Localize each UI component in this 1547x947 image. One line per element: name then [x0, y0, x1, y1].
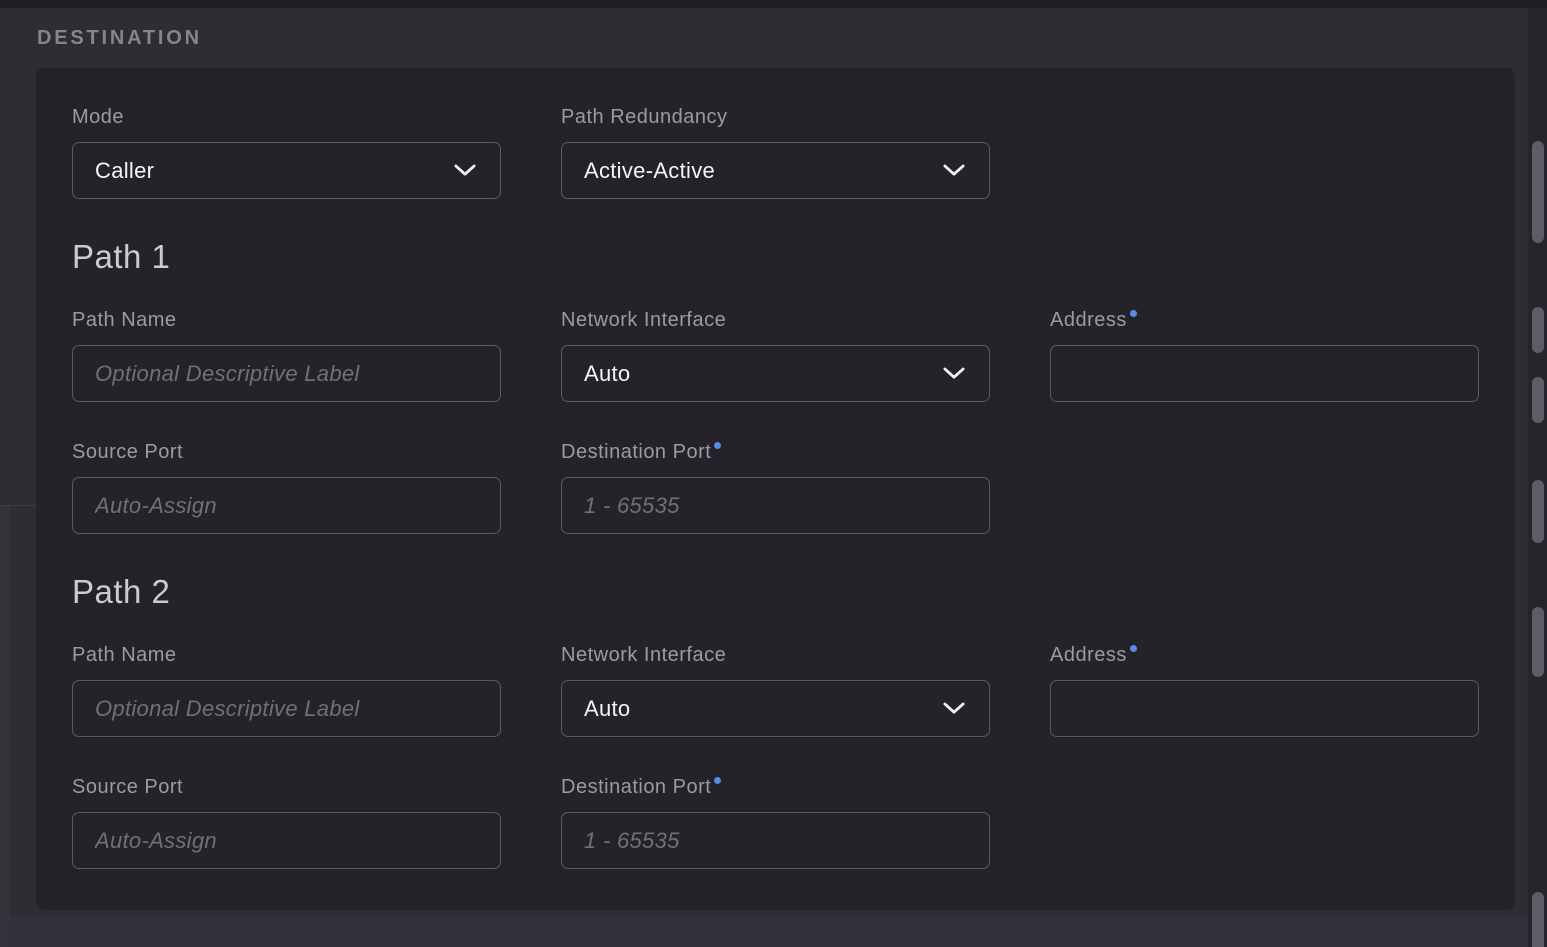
path2-network-interface-label-text: Network Interface	[561, 644, 726, 667]
section-title: DESTINATION	[37, 27, 202, 50]
field-path-redundancy: Path Redundancy Active-Active	[561, 106, 990, 199]
field-path1-name: Path Name	[72, 309, 501, 402]
field-path1-address: Address	[1050, 309, 1479, 402]
chevron-down-icon	[943, 702, 965, 715]
path1-name-label-text: Path Name	[72, 309, 177, 332]
scrollbar-track[interactable]	[1528, 0, 1547, 947]
path-1-row-2: Source Port Destination Port	[72, 441, 1479, 534]
path2-name-input[interactable]	[72, 680, 501, 737]
path1-source-port-label: Source Port	[72, 441, 501, 464]
scrollbar-thumb[interactable]	[1532, 607, 1544, 677]
field-path1-destination-port: Destination Port	[561, 441, 990, 534]
path2-name-label-text: Path Name	[72, 644, 177, 667]
top-bar	[0, 0, 1547, 8]
field-path2-address: Address	[1050, 644, 1479, 737]
path1-network-interface-select[interactable]: Auto	[561, 345, 990, 402]
path2-destination-port-input[interactable]	[561, 812, 990, 869]
bottom-panel-edge	[10, 915, 1528, 947]
mode-select[interactable]: Caller	[72, 142, 501, 199]
field-path2-destination-port: Destination Port	[561, 776, 990, 869]
path1-source-port-input[interactable]	[72, 477, 501, 534]
path1-source-port-label-text: Source Port	[72, 441, 183, 464]
mode-select-value: Caller	[95, 158, 154, 184]
field-path2-network-interface: Network Interface Auto	[561, 644, 990, 737]
scrollbar-thumb[interactable]	[1532, 377, 1544, 423]
path2-source-port-label-text: Source Port	[72, 776, 183, 799]
field-path2-name: Path Name	[72, 644, 501, 737]
scrollbar-thumb[interactable]	[1532, 307, 1544, 353]
path1-address-input[interactable]	[1050, 345, 1479, 402]
required-indicator	[1130, 310, 1137, 317]
path1-address-label-text: Address	[1050, 309, 1127, 332]
path1-destination-port-input[interactable]	[561, 477, 990, 534]
mode-label: Mode	[72, 106, 501, 129]
required-indicator	[714, 442, 721, 449]
path1-name-input[interactable]	[72, 345, 501, 402]
scrollbar-thumb[interactable]	[1532, 480, 1544, 543]
chevron-down-icon	[454, 164, 476, 177]
path2-address-input[interactable]	[1050, 680, 1479, 737]
path1-network-interface-label-text: Network Interface	[561, 309, 726, 332]
path-2-row-2: Source Port Destination Port	[72, 776, 1479, 869]
scrollbar-thumb[interactable]	[1532, 141, 1544, 243]
path1-network-interface-select-value: Auto	[584, 361, 630, 387]
path-1-row-1: Path Name Network Interface Auto Address	[72, 309, 1479, 402]
path2-destination-port-label: Destination Port	[561, 776, 990, 799]
field-path2-source-port: Source Port	[72, 776, 501, 869]
required-indicator	[1130, 645, 1137, 652]
required-indicator	[714, 777, 721, 784]
left-panel-edge	[0, 506, 10, 947]
path2-destination-port-label-text: Destination Port	[561, 776, 711, 799]
destination-card: Mode Caller Path Redundancy Active-Activ…	[36, 68, 1515, 910]
path-redundancy-label-text: Path Redundancy	[561, 106, 728, 129]
path-2-row-1: Path Name Network Interface Auto Address	[72, 644, 1479, 737]
path2-source-port-input[interactable]	[72, 812, 501, 869]
field-path1-source-port: Source Port	[72, 441, 501, 534]
path1-destination-port-label: Destination Port	[561, 441, 990, 464]
path2-network-interface-select[interactable]: Auto	[561, 680, 990, 737]
path1-name-label: Path Name	[72, 309, 501, 332]
path-redundancy-select[interactable]: Active-Active	[561, 142, 990, 199]
path2-source-port-label: Source Port	[72, 776, 501, 799]
mode-label-text: Mode	[72, 106, 124, 129]
path1-address-label: Address	[1050, 309, 1479, 332]
field-mode: Mode Caller	[72, 106, 501, 199]
path-2-heading: Path 2	[72, 574, 1479, 610]
path1-destination-port-label-text: Destination Port	[561, 441, 711, 464]
path-redundancy-label: Path Redundancy	[561, 106, 990, 129]
chevron-down-icon	[943, 164, 965, 177]
mode-row: Mode Caller Path Redundancy Active-Activ…	[72, 106, 1479, 199]
path-1-heading: Path 1	[72, 239, 1479, 275]
chevron-down-icon	[943, 367, 965, 380]
field-path1-network-interface: Network Interface Auto	[561, 309, 990, 402]
path2-address-label: Address	[1050, 644, 1479, 667]
destination-form-screen: DESTINATION Mode Caller Path Redundancy …	[0, 0, 1547, 947]
path2-network-interface-select-value: Auto	[584, 696, 630, 722]
path2-network-interface-label: Network Interface	[561, 644, 990, 667]
scrollbar-thumb[interactable]	[1532, 892, 1544, 947]
path-redundancy-select-value: Active-Active	[584, 158, 715, 184]
path2-address-label-text: Address	[1050, 644, 1127, 667]
path1-network-interface-label: Network Interface	[561, 309, 990, 332]
path2-name-label: Path Name	[72, 644, 501, 667]
